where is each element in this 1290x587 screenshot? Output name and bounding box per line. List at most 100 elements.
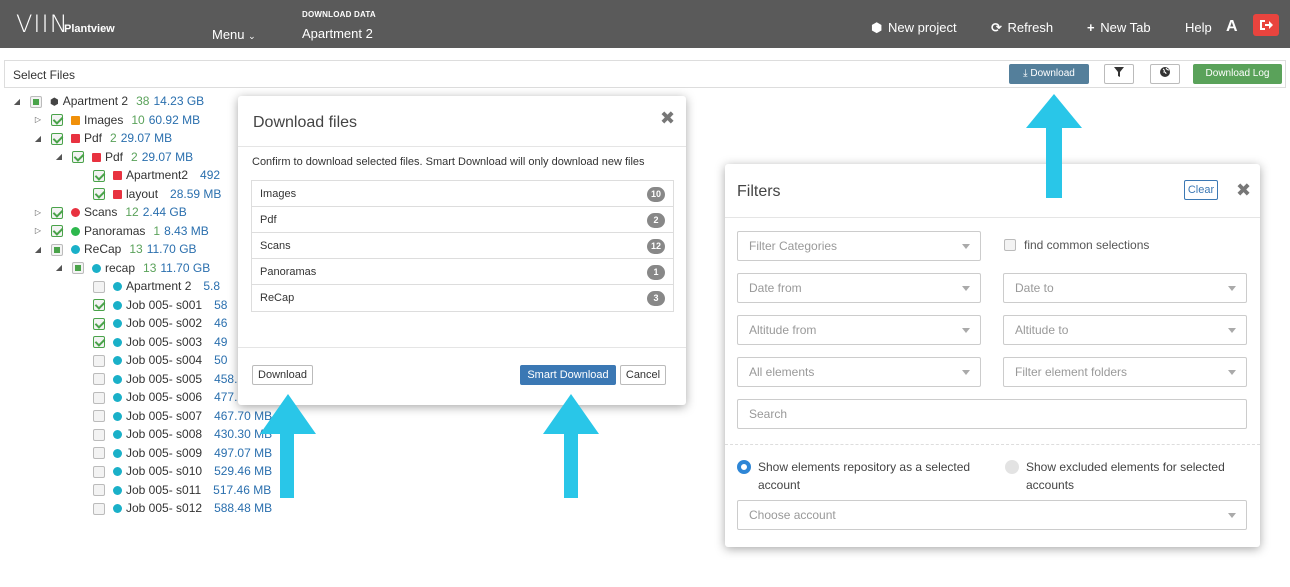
expanded-caret-icon[interactable]: ◢ — [33, 241, 43, 259]
date-from-select[interactable]: Date from — [737, 273, 981, 303]
find-common-checkbox[interactable]: find common selections — [1004, 238, 1149, 252]
tree-size: 11.70 GB — [160, 260, 211, 275]
clear-button[interactable]: Clear — [1184, 180, 1218, 200]
expanded-caret-icon[interactable]: ◢ — [54, 259, 64, 277]
tree-row[interactable]: Job 005- s011 517.46 MB — [75, 481, 271, 499]
tree-label: Scans — [84, 205, 118, 219]
tree-row[interactable]: Job 005- s003 49 — [75, 333, 227, 351]
tree-row[interactable]: Job 005- s012 588.48 MB — [75, 499, 272, 517]
altitude-to-select[interactable]: Altitude to — [1003, 315, 1247, 345]
app-logo[interactable]: VIIN — [16, 10, 69, 38]
close-icon[interactable]: ✖ — [660, 108, 675, 129]
tree-row[interactable]: ◢ recap 13 11.70 GB — [54, 259, 210, 277]
expanded-caret-icon[interactable]: ◢ — [33, 130, 43, 148]
tree-checkbox[interactable] — [93, 410, 105, 423]
tree-checkbox[interactable] — [51, 206, 63, 219]
tree-checkbox[interactable] — [93, 169, 105, 182]
expanded-caret-icon[interactable]: ◢ — [12, 93, 22, 111]
select-files-header — [4, 60, 1286, 88]
download-log-button[interactable]: Download Log — [1193, 64, 1282, 84]
new-tab-button[interactable]: + New Tab — [1087, 20, 1151, 35]
tree-row[interactable]: ◢ ⬢ Apartment 2 38 14.23 GB — [12, 92, 204, 110]
tree-checkbox[interactable] — [30, 95, 42, 108]
tree-checkbox[interactable] — [51, 132, 63, 145]
radio-button[interactable] — [737, 460, 751, 474]
filter-categories-select[interactable]: Filter Categories — [737, 231, 981, 261]
choose-account-select[interactable]: Choose account — [737, 500, 1247, 530]
refresh-button[interactable]: ⟳ Refresh — [991, 20, 1053, 36]
search-input[interactable]: Search — [737, 399, 1247, 429]
tree-checkbox[interactable] — [51, 243, 63, 256]
tree-row[interactable]: ◢ Pdf 2 29.07 MB — [33, 129, 172, 147]
list-item-label: Panoramas — [260, 266, 317, 278]
tree-row[interactable]: layout 28.59 MB — [75, 185, 221, 203]
tree-row[interactable]: Job 005- s004 50 — [75, 351, 227, 369]
tree-checkbox[interactable] — [51, 114, 63, 127]
collapsed-caret-icon[interactable]: ▷ — [33, 222, 43, 240]
checkbox[interactable] — [1004, 239, 1016, 251]
tree-row[interactable]: Job 005- s005458.56 M — [75, 370, 264, 388]
circle-marker-icon — [113, 504, 122, 514]
tree-row[interactable]: Job 005- s008 430.30 MB — [75, 425, 272, 443]
filters-panel: Filters Clear ✖ Filter Categories find c… — [725, 164, 1260, 547]
tree-checkbox[interactable] — [93, 391, 105, 404]
menu-button[interactable]: Menu ⌄ — [212, 27, 256, 42]
tree-label: Job 005- s010 — [126, 464, 203, 478]
tree-row[interactable]: ◢ Pdf 2 29.07 MB — [54, 148, 193, 166]
tree-row[interactable]: Apartment2 492 — [75, 166, 220, 184]
date-to-select[interactable]: Date to — [1003, 273, 1247, 303]
tree-row[interactable]: ▷ Panoramas 1 8.43 MB — [33, 222, 209, 240]
tree-label: Job 005- s002 — [126, 316, 203, 330]
avatar[interactable]: A — [1226, 18, 1238, 36]
help-link[interactable]: Help — [1185, 20, 1212, 35]
new-project-button[interactable]: ⬢ New project — [871, 20, 957, 36]
tree-checkbox[interactable] — [93, 336, 105, 349]
tree-checkbox[interactable] — [93, 299, 105, 312]
tree-checkbox[interactable] — [93, 502, 105, 515]
tree-checkbox[interactable] — [93, 465, 105, 478]
smart-download-button[interactable]: Smart Download — [520, 365, 616, 385]
logout-button[interactable] — [1253, 14, 1279, 36]
tree-label: Images — [84, 112, 124, 127]
circle-marker-icon — [92, 263, 101, 273]
close-icon[interactable]: ✖ — [1236, 180, 1251, 201]
tree-row[interactable]: ▷ Scans 12 2.44 GB — [33, 203, 187, 221]
select-value: Altitude from — [749, 323, 817, 337]
tree-checkbox[interactable] — [93, 484, 105, 497]
tree-checkbox[interactable] — [51, 225, 63, 238]
tree-checkbox[interactable] — [93, 428, 105, 441]
radio-button[interactable] — [1005, 460, 1019, 474]
altitude-from-select[interactable]: Altitude from — [737, 315, 981, 345]
tree-row[interactable]: Job 005- s010 529.46 MB — [75, 462, 272, 480]
collapsed-caret-icon[interactable]: ▷ — [33, 204, 43, 222]
expanded-caret-icon[interactable]: ◢ — [54, 148, 64, 166]
tree-checkbox[interactable] — [93, 373, 105, 386]
tree-row[interactable]: Job 005- s007 467.70 MB — [75, 407, 272, 425]
tree-checkbox[interactable] — [72, 151, 84, 164]
download-button[interactable]: ⤓ Download — [1009, 64, 1089, 84]
tree-checkbox[interactable] — [72, 262, 84, 275]
globe-button[interactable] — [1150, 64, 1180, 84]
tree-row[interactable]: ▷ Images 10 60.92 MB — [33, 111, 200, 129]
tree-row[interactable]: Job 005- s002 46 — [75, 314, 227, 332]
tree-row[interactable]: Apartment 2 5.8 — [75, 277, 220, 295]
tree-checkbox[interactable] — [93, 188, 105, 201]
cancel-button[interactable]: Cancel — [620, 365, 666, 385]
tree-checkbox[interactable] — [93, 447, 105, 460]
tree-checkbox[interactable] — [93, 354, 105, 367]
dialog-download-button[interactable]: Download — [252, 365, 313, 385]
square-marker-icon — [113, 171, 122, 181]
tree-row[interactable]: Job 005- s001 58 — [75, 296, 227, 314]
filter-button[interactable] — [1104, 64, 1134, 84]
tree-label: recap — [105, 260, 136, 275]
all-elements-select[interactable]: All elements — [737, 357, 981, 387]
list-item-label: Scans — [260, 240, 291, 252]
circle-marker-icon — [113, 300, 122, 310]
count-badge: 1 — [647, 265, 665, 280]
tree-row[interactable]: ◢ ReCap 13 11.70 GB — [33, 240, 197, 258]
tree-checkbox[interactable] — [93, 317, 105, 330]
element-folders-select[interactable]: Filter element folders — [1003, 357, 1247, 387]
collapsed-caret-icon[interactable]: ▷ — [33, 111, 43, 129]
tree-row[interactable]: Job 005- s009 497.07 MB — [75, 444, 272, 462]
tree-checkbox[interactable] — [93, 280, 105, 293]
